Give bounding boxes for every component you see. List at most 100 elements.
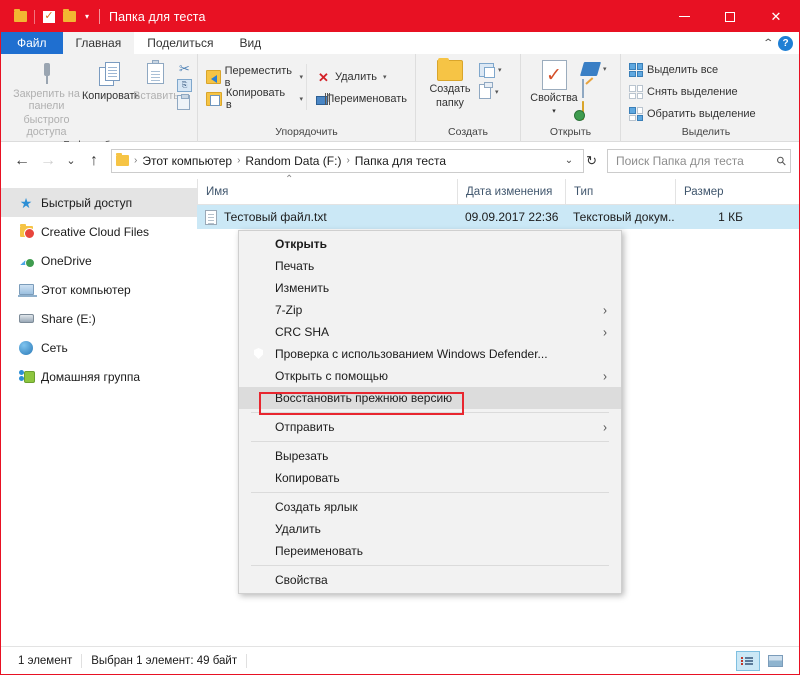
context-menu-item-cut[interactable]: Вырезать [239, 445, 621, 467]
search-input[interactable]: Поиск Папка для теста ⚲ [607, 148, 791, 173]
column-header-name[interactable]: Имя [197, 178, 457, 205]
menu-item-label: Вырезать [275, 449, 329, 463]
sidebar-item-label: Creative Cloud Files [41, 224, 150, 239]
clipboard-mini-buttons: ✂ ⎘ [177, 58, 192, 110]
context-menu-item-print[interactable]: Печать [239, 255, 621, 277]
context-menu-item-crc-sha[interactable]: CRC SHA › [239, 321, 621, 343]
drive-icon [18, 311, 34, 327]
paste-button[interactable]: Вставить [133, 58, 179, 102]
history-button[interactable] [582, 101, 607, 120]
context-menu-item-send-to[interactable]: Отправить › [239, 416, 621, 438]
copy-icon [97, 60, 125, 88]
context-menu-item-7zip[interactable]: 7-Zip › [239, 299, 621, 321]
folder-icon[interactable] [10, 7, 30, 27]
chevron-down-icon: ▾ [603, 66, 607, 73]
quick-access-toolbar: ✓ ▾ [1, 7, 95, 27]
new-folder-button[interactable]: Создать папку [421, 58, 479, 109]
pin-to-quick-access-button[interactable]: Закрепить на панели быстрого доступа [6, 58, 87, 138]
breadcrumb-separator: › [237, 155, 241, 166]
sidebar-item-share-drive[interactable]: Share (E:) [1, 304, 197, 333]
rename-button[interactable]: Переименовать [313, 88, 410, 110]
sort-ascending-icon: ⌃ [285, 174, 294, 185]
sidebar-item-creative-cloud[interactable]: Creative Cloud Files [1, 217, 197, 246]
select-all-button[interactable]: Выделить все [626, 59, 721, 81]
copy-path-icon[interactable]: ⎘ [177, 79, 192, 92]
forward-button[interactable]: → [35, 148, 61, 174]
new-item-button[interactable]: ▾ [479, 63, 502, 78]
new-folder-icon [437, 58, 463, 81]
copy-to-button[interactable]: Копировать в ▾ [203, 87, 306, 111]
context-menu-item-delete[interactable]: Удалить [239, 518, 621, 540]
move-to-button[interactable]: Переместить в ▾ [203, 65, 306, 89]
search-icon[interactable]: ⚲ [774, 152, 790, 168]
sidebar-item-quick-access[interactable]: ★ Быстрый доступ [1, 188, 197, 217]
select-none-button[interactable]: Снять выделение [626, 81, 741, 103]
context-menu-item-rename[interactable]: Переименовать [239, 540, 621, 562]
properties-button[interactable]: ✓ Свойства ▾ [526, 58, 582, 118]
breadcrumb-item-drive[interactable]: Random Data (F:) [242, 154, 344, 168]
maximize-button[interactable] [707, 1, 753, 32]
tab-file[interactable]: Файл [1, 32, 63, 54]
column-header-type[interactable]: Тип [565, 178, 675, 205]
help-icon[interactable]: ? [778, 35, 793, 51]
properties-check-icon[interactable]: ✓ [39, 7, 59, 27]
chevron-down-icon: ▾ [498, 67, 502, 74]
open-mini-buttons: ▾ [579, 58, 607, 120]
context-menu-item-open[interactable]: Открыть [239, 233, 621, 255]
table-row[interactable]: Тестовый файл.txt 09.09.2017 22:36 Текст… [197, 205, 799, 229]
tab-share[interactable]: Поделиться [134, 32, 227, 54]
sidebar-item-network[interactable]: Сеть [1, 333, 197, 362]
column-header-size[interactable]: Размер [675, 178, 753, 205]
delete-icon: ✕ [318, 69, 329, 85]
large-icons-view-button[interactable] [763, 651, 787, 671]
copy-button[interactable]: Копировать [82, 58, 140, 102]
invert-selection-button[interactable]: Обратить выделение [626, 103, 759, 125]
breadcrumb-item-folder[interactable]: Папка для теста [352, 154, 449, 168]
collapse-ribbon-icon[interactable]: ⌃ [762, 38, 774, 49]
back-button[interactable]: ← [9, 148, 35, 174]
column-header-date[interactable]: Дата изменения [457, 178, 565, 205]
sidebar-item-onedrive[interactable]: ☁ OneDrive [1, 246, 197, 275]
context-menu-item-copy[interactable]: Копировать [239, 467, 621, 489]
tab-view[interactable]: Вид [226, 32, 275, 54]
up-button[interactable]: ↑ [81, 148, 107, 174]
details-view-button[interactable] [736, 650, 760, 671]
minimize-button[interactable] [661, 1, 707, 32]
sidebar-item-homegroup[interactable]: Домашняя группа [1, 362, 197, 391]
breadcrumb-chevron-down-icon[interactable]: ⌄ [557, 155, 581, 166]
refresh-button[interactable]: ↻ [584, 153, 602, 169]
edit-button[interactable] [582, 79, 607, 98]
chevron-down-icon: ▾ [495, 88, 499, 96]
context-menu-item-properties[interactable]: Свойства [239, 569, 621, 591]
sidebar-item-this-pc[interactable]: Этот компьютер [1, 275, 197, 304]
window-title: Папка для теста [109, 9, 206, 24]
recent-locations-button[interactable]: ⌄ [61, 148, 81, 174]
chevron-right-icon: › [603, 324, 607, 340]
cut-icon[interactable]: ✂ [177, 61, 192, 76]
qat-chevron-down-icon[interactable]: ▾ [79, 7, 95, 27]
context-menu-item-restore-previous-versions[interactable]: Восстановить прежнюю версию [239, 387, 621, 409]
move-to-icon [206, 70, 221, 84]
tab-home[interactable]: Главная [62, 32, 135, 54]
menu-item-label: Переименовать [275, 544, 363, 558]
context-menu-item-open-with[interactable]: Открыть с помощью › [239, 365, 621, 387]
open-button[interactable]: ▾ [579, 62, 607, 76]
breadcrumb-item-this-pc[interactable]: Этот компьютер [139, 154, 235, 168]
new-item-icon [479, 63, 495, 78]
homegroup-icon [18, 369, 35, 385]
ribbon-group-open: ✓ Свойства ▾ ▾ Открыть [521, 54, 621, 142]
context-menu-item-create-shortcut[interactable]: Создать ярлык [239, 496, 621, 518]
context-menu-item-windows-defender[interactable]: Проверка с использованием Windows Defend… [239, 343, 621, 365]
menu-item-label: Изменить [275, 281, 330, 295]
paste-shortcut-icon[interactable] [177, 94, 190, 110]
large-icons-view-icon [767, 654, 783, 667]
column-headers: ⌃ Имя Дата изменения Тип Размер [197, 174, 799, 205]
easy-access-button[interactable]: ▾ [479, 82, 502, 99]
delete-button[interactable]: ✕ Удалить ▾ [313, 66, 410, 88]
ribbon-group-new: Создать папку ▾ ▾ Создать [416, 54, 521, 142]
menu-item-label: CRC SHA [275, 325, 330, 339]
context-menu-item-edit[interactable]: Изменить [239, 277, 621, 299]
close-button[interactable]: ✕ [753, 1, 799, 32]
new-folder-icon[interactable] [59, 7, 79, 27]
breadcrumb[interactable]: › Этот компьютер › Random Data (F:) › Па… [111, 148, 585, 173]
